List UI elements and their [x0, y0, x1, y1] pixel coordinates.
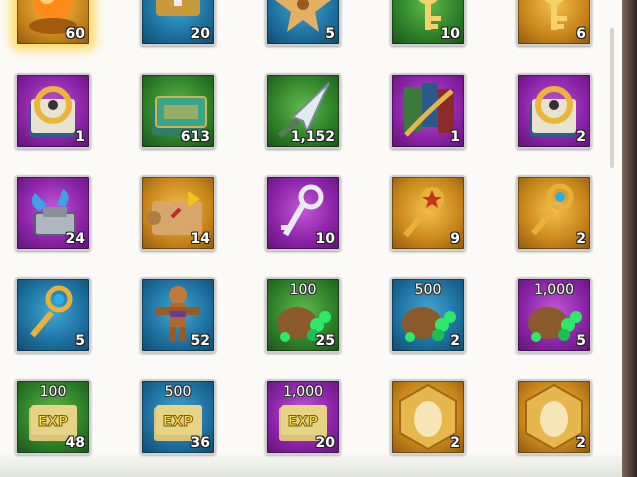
item-count: 1: [75, 129, 85, 145]
item-count: 25: [315, 333, 335, 349]
item-count: 36: [190, 435, 210, 451]
item-count: 60: [65, 26, 85, 42]
item-count: 14: [190, 231, 210, 247]
inventory-item-exp-book-100[interactable]: EXP 100 48: [15, 379, 91, 455]
item-amount: 100: [289, 282, 317, 298]
inventory-item-key-green[interactable]: 10: [390, 0, 466, 46]
inventory-item-exp-book-1000[interactable]: EXP 1,000 20: [265, 379, 341, 455]
panel-frame-edge: [622, 0, 637, 477]
item-amount: 500: [414, 282, 442, 298]
svg-text:EXP: EXP: [38, 414, 69, 430]
bottom-fade: [0, 452, 622, 477]
inventory-item-lock-tome[interactable]: 1: [15, 73, 91, 149]
svg-text:EXP: EXP: [163, 414, 194, 430]
inventory-item-gold-gem-key[interactable]: 2: [516, 175, 592, 251]
inventory-item-relic[interactable]: 5: [265, 0, 341, 46]
inventory-item-chest[interactable]: 20: [140, 0, 216, 46]
inventory-item-gem-sack-1000[interactable]: 1,000 5: [516, 277, 592, 353]
item-count: 2: [576, 129, 586, 145]
item-amount: 1,000: [282, 384, 324, 400]
inventory-item-gem-sack-100[interactable]: 100 25: [265, 277, 341, 353]
item-count: 2: [576, 435, 586, 451]
item-count: 2: [450, 435, 460, 451]
inventory-item-map-scroll[interactable]: 14: [140, 175, 216, 251]
item-count: 2: [450, 333, 460, 349]
item-amount: 500: [164, 384, 192, 400]
svg-text:EXP: EXP: [288, 414, 319, 430]
inventory-item-scroll-banners[interactable]: 1: [390, 73, 466, 149]
item-count: 5: [576, 333, 586, 349]
item-amount: 1,000: [533, 282, 575, 298]
inventory-item-silver-key[interactable]: 10: [265, 175, 341, 251]
inventory-item-blue-tools[interactable]: 24: [15, 175, 91, 251]
item-count: 613: [180, 129, 210, 145]
item-count: 10: [315, 231, 335, 247]
item-count: 6: [576, 26, 586, 42]
item-count: 9: [450, 231, 460, 247]
inventory-item-key-gold[interactable]: 6: [516, 0, 592, 46]
item-count: 48: [65, 435, 85, 451]
item-count: 5: [325, 26, 335, 42]
inventory-item-gold-star-key[interactable]: 9: [390, 175, 466, 251]
inventory-item-purple-lock-tome[interactable]: 2: [516, 73, 592, 149]
inventory-item-gold-portrait-1[interactable]: 2: [390, 379, 466, 455]
inventory-item-orange-orb[interactable]: 60: [15, 0, 91, 46]
item-count: 52: [190, 333, 210, 349]
inventory-item-gem-sack-500[interactable]: 500 2: [390, 277, 466, 353]
item-amount: 100: [39, 384, 67, 400]
scrollbar[interactable]: [610, 28, 614, 168]
item-count: 24: [65, 231, 85, 247]
item-count: 20: [315, 435, 335, 451]
inventory-item-exp-book-500[interactable]: EXP 500 36: [140, 379, 216, 455]
item-count: 10: [440, 26, 460, 42]
inventory-item-voodoo-doll[interactable]: 52: [140, 277, 216, 353]
item-count: 1: [450, 129, 460, 145]
inventory-item-purple-gem-key[interactable]: 5: [15, 277, 91, 353]
item-count: 20: [190, 26, 210, 42]
inventory-item-gold-portrait-2[interactable]: 2: [516, 379, 592, 455]
item-count: 2: [576, 231, 586, 247]
inventory-item-spearhead[interactable]: 1,152: [265, 73, 341, 149]
item-count: 5: [75, 333, 85, 349]
inventory-item-green-tome[interactable]: 613: [140, 73, 216, 149]
inventory-grid: 60 20 5 10 6 1 613 1,152 1 2 24 14 10 9 2 5 52 100 25 500 2 1…: [0, 0, 637, 477]
item-count: 1,152: [290, 129, 335, 145]
